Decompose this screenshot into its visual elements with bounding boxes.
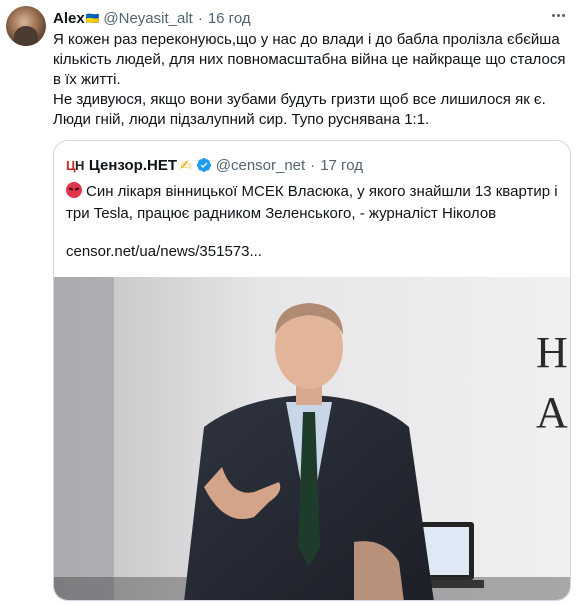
news-photo-illustration: Н А [54,277,570,600]
quoted-tweet-text: Син лікаря вінницької МСЕК Власюка, у як… [66,181,562,225]
sign-letter-1: Н [536,328,568,377]
quoted-tweet[interactable]: ЦН Цензор.НЕТ ✍ @censor_net · 17 год Син… [53,140,571,601]
separator-dot: · [310,156,316,174]
tweet-text-paragraph-1: Я кожен раз переконуюсь,що у нас до влад… [53,31,566,88]
tweet-text: Я кожен раз переконуюсь,що у нас до влад… [53,30,571,130]
angry-face-icon [66,182,82,198]
censor-logo-icon: ЦН [66,157,84,173]
quoted-author-handle[interactable]: @censor_net [216,157,305,174]
more-dots-icon[interactable] [547,6,569,24]
quoted-timestamp[interactable]: 17 год [320,157,363,174]
author-name[interactable]: Alex [53,10,85,27]
quoted-tweet-header: ЦН Цензор.НЕТ ✍ @censor_net · 17 год [66,155,363,175]
quoted-link[interactable]: censor.net/ua/news/351573... [66,243,262,260]
tweet-header: Alex 🇺🇦 @Neyasit_alt · 16 год [53,8,251,28]
flag-emoji-icon: 🇺🇦 [85,12,100,25]
tweet-text-paragraph-2: Не здивуюся, якщо вони зубами будуть гри… [53,91,546,128]
news-photo[interactable]: Н А [54,277,570,600]
quoted-author-name[interactable]: Цензор.НЕТ [89,157,177,174]
verified-badge-icon [196,158,211,172]
author-handle[interactable]: @Neyasit_alt [103,10,192,27]
separator-dot: · [197,9,203,27]
timestamp[interactable]: 16 год [208,10,251,27]
avatar[interactable] [6,6,46,46]
writing-hand-icon: ✍ [180,156,192,173]
quoted-text-body: Син лікаря вінницької МСЕК Власюка, у як… [66,183,558,222]
sign-letter-2: А [536,388,568,437]
tweet-card[interactable]: Alex 🇺🇦 @Neyasit_alt · 16 год Я кожен ра… [0,0,579,605]
